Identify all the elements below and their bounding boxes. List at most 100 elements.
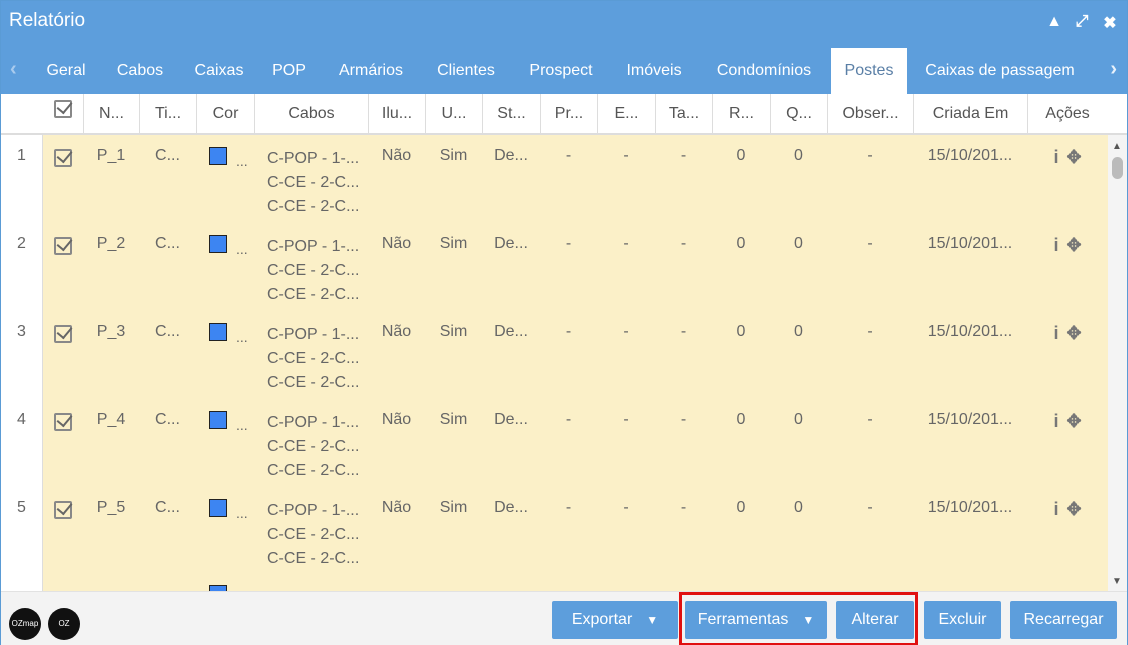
- close-icon[interactable]: ✖: [1101, 13, 1119, 33]
- locate-icon[interactable]: ✥: [1066, 147, 1081, 167]
- ozmap-logo: OZmap: [9, 608, 41, 640]
- color-swatch: [209, 323, 227, 341]
- tab-caixas-de-passagem[interactable]: Caixas de passagem: [913, 48, 1087, 94]
- cell-pr: -: [540, 487, 597, 575]
- scroll-thumb[interactable]: [1112, 157, 1123, 179]
- cell-u: Sim: [425, 223, 482, 311]
- col-cor[interactable]: Cor: [196, 94, 254, 133]
- cell-obs: -: [827, 311, 913, 399]
- info-icon[interactable]: i: [1053, 411, 1058, 431]
- checkbox-icon: [54, 100, 72, 118]
- cell-criada: 15/10/201...: [913, 311, 1027, 399]
- cell-u: Sim: [425, 135, 482, 223]
- table-row[interactable]: 5 P_5 C...... C-POP - 1-... C-CE - 2-C... C-C…: [1, 487, 1108, 575]
- col-cabos[interactable]: Cabos: [254, 94, 368, 133]
- col-status[interactable]: St...: [482, 94, 540, 133]
- cell-tipo: C...: [139, 135, 196, 223]
- cell-e: -: [597, 223, 655, 311]
- col-q[interactable]: Q...: [770, 94, 827, 133]
- table-row[interactable]: 1 P_1 C...... C-POP - 1-... C-CE - 2-C... C-C…: [1, 135, 1108, 223]
- cell-cor: ...: [196, 223, 254, 311]
- locate-icon[interactable]: ✥: [1066, 411, 1081, 431]
- exportar-button[interactable]: Exportar ▼: [552, 601, 678, 639]
- cell-r: 0: [712, 223, 770, 311]
- tab-imoveis[interactable]: Imóveis: [613, 48, 695, 94]
- col-observacao[interactable]: Obser...: [827, 94, 913, 133]
- info-icon[interactable]: i: [1053, 323, 1058, 343]
- cell-ilum: Não: [368, 311, 425, 399]
- select-all-checkbox[interactable]: [43, 94, 83, 133]
- tab-scroll-left-icon[interactable]: ‹: [10, 58, 17, 81]
- tab-scroll-right-icon[interactable]: ›: [1110, 58, 1117, 81]
- col-r[interactable]: R...: [712, 94, 770, 133]
- row-checkbox[interactable]: [43, 135, 83, 223]
- tab-postes[interactable]: Postes: [831, 48, 907, 94]
- locate-icon[interactable]: ✥: [1066, 323, 1081, 343]
- cell-ellipsis: ...: [236, 505, 248, 521]
- scroll-up-icon[interactable]: ▲: [1112, 141, 1122, 152]
- cabo-entry: C-CE - 2-C...: [267, 350, 360, 367]
- table-row[interactable]: [1, 575, 1108, 591]
- scroll-down-icon[interactable]: ▼: [1112, 576, 1122, 587]
- row-number: 1: [1, 135, 43, 223]
- cell-acoes: i ✥: [1027, 399, 1108, 487]
- cell-ilum: Não: [368, 135, 425, 223]
- excluir-button[interactable]: Excluir: [924, 601, 1001, 639]
- collapse-icon[interactable]: ▲: [1045, 13, 1063, 33]
- cell-e: -: [597, 135, 655, 223]
- col-ta[interactable]: Ta...: [655, 94, 712, 133]
- tab-geral[interactable]: Geral: [31, 48, 101, 94]
- info-icon[interactable]: i: [1053, 499, 1058, 519]
- info-icon[interactable]: i: [1053, 235, 1058, 255]
- tab-pop[interactable]: POP: [263, 48, 315, 94]
- cell-r: 0: [712, 135, 770, 223]
- row-checkbox[interactable]: [43, 311, 83, 399]
- col-pr[interactable]: Pr...: [540, 94, 597, 133]
- vertical-scrollbar[interactable]: ▲ ▼: [1108, 135, 1127, 591]
- cell-ilum: Não: [368, 399, 425, 487]
- title-bar: Relatório ▲ ⤢ ✖: [1, 1, 1127, 48]
- window-title: Relatório: [9, 10, 86, 31]
- table-row[interactable]: 4 P_4 C...... C-POP - 1-... C-CE - 2-C... C-C…: [1, 399, 1108, 487]
- cell-name: P_1: [83, 135, 139, 223]
- cell-e: -: [597, 487, 655, 575]
- tab-prospect[interactable]: Prospect: [515, 48, 607, 94]
- footer-toolbar: OZmap OZ Exportar ▼ Ferramentas ▼ Alterar …: [1, 591, 1127, 645]
- row-checkbox[interactable]: [43, 223, 83, 311]
- locate-icon[interactable]: ✥: [1066, 499, 1081, 519]
- col-iluminacao[interactable]: Ilu...: [368, 94, 425, 133]
- col-e[interactable]: E...: [597, 94, 655, 133]
- checkbox-icon: [54, 413, 72, 431]
- color-swatch: [209, 147, 227, 165]
- table-row[interactable]: 2 P_2 C...... C-POP - 1-... C-CE - 2-C... C-C…: [1, 223, 1108, 311]
- tab-clientes[interactable]: Clientes: [425, 48, 507, 94]
- col-tipo[interactable]: Ti...: [139, 94, 196, 133]
- cell-cor: ...: [196, 311, 254, 399]
- recarregar-button[interactable]: Recarregar: [1010, 601, 1117, 639]
- tab-caixas[interactable]: Caixas: [182, 48, 256, 94]
- table-row[interactable]: 3 P_3 C...... C-POP - 1-... C-CE - 2-C... C-C…: [1, 311, 1108, 399]
- expand-icon[interactable]: ⤢: [1073, 13, 1091, 33]
- cabo-entry: C-CE - 2-C...: [267, 438, 360, 455]
- tab-armarios[interactable]: Armários: [325, 48, 417, 94]
- cell-tipo: C...: [139, 399, 196, 487]
- cell-cabos: C-POP - 1-... C-CE - 2-C... C-CE - 2-C...: [254, 399, 368, 487]
- cell-ellipsis: ...: [236, 153, 248, 169]
- col-criada-em[interactable]: Criada Em: [913, 94, 1027, 133]
- row-checkbox[interactable]: [43, 487, 83, 575]
- cell-name: P_5: [83, 487, 139, 575]
- locate-icon[interactable]: ✥: [1066, 235, 1081, 255]
- cabo-entry: C-CE - 2-C...: [267, 286, 360, 303]
- cabo-entry: C-CE - 2-C...: [267, 262, 360, 279]
- highlight-box: [679, 592, 918, 645]
- col-nome[interactable]: N...: [83, 94, 139, 133]
- cell-cabos: C-POP - 1-... C-CE - 2-C... C-CE - 2-C...: [254, 311, 368, 399]
- col-u[interactable]: U...: [425, 94, 482, 133]
- info-icon[interactable]: i: [1053, 147, 1058, 167]
- cell-r: 0: [712, 487, 770, 575]
- tab-condominios[interactable]: Condomínios: [701, 48, 827, 94]
- cell-pr: -: [540, 311, 597, 399]
- tab-cabos[interactable]: Cabos: [105, 48, 175, 94]
- color-swatch: [209, 235, 227, 253]
- row-checkbox[interactable]: [43, 399, 83, 487]
